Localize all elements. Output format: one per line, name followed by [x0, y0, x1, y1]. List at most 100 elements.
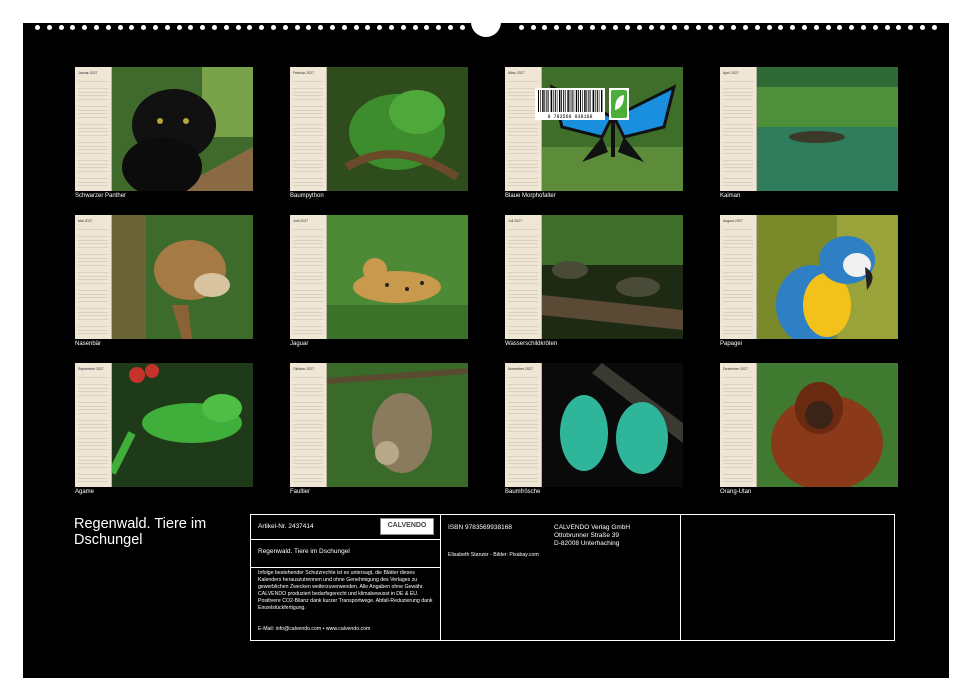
month-caption: Jaguar	[290, 341, 309, 347]
month-label: Oktober 2027	[293, 367, 315, 371]
credits-line: Elisabeth Stanzer - Bilder: Pixabay.com	[448, 552, 539, 558]
binding-ring	[117, 25, 123, 30]
month-label: September 2027	[78, 367, 104, 371]
binding-ring	[518, 25, 524, 30]
barcode-bar	[554, 90, 556, 112]
barcode-bar	[556, 90, 558, 112]
binding-ring	[400, 25, 406, 30]
binding-ring	[259, 25, 265, 30]
barcode-bar	[580, 90, 581, 112]
binding-ring	[542, 25, 548, 30]
binding-ring	[554, 25, 560, 30]
barcode-bar	[578, 90, 579, 112]
sloth-photo	[327, 363, 468, 487]
barcode-bar	[548, 90, 549, 112]
binding-ring	[365, 25, 371, 30]
barcode-bar	[563, 90, 565, 112]
barcode-bar	[546, 90, 548, 112]
barcode-number: 9 783569 938168	[547, 114, 593, 120]
binding-ring	[766, 25, 772, 30]
barcode-cell	[680, 514, 895, 641]
calendar-grid: Februar 2027	[290, 67, 327, 191]
binding-ring	[377, 25, 383, 30]
publisher-info-panel: Artikel-Nr. 2437414 CALVENDO Regenwald. …	[250, 514, 895, 642]
binding-ring	[153, 25, 158, 30]
binding-ring	[412, 25, 418, 30]
month-card-june: Juni 2027 Jaguar	[290, 215, 468, 351]
binding-ring	[660, 25, 666, 30]
binding-ring	[188, 25, 194, 30]
binding-ring	[849, 25, 855, 30]
binding-ring	[813, 25, 819, 30]
eco-leaf-icon	[609, 88, 629, 120]
month-card-december: Dezember 2027 Orang-Utan	[720, 363, 898, 499]
binding-ring	[318, 25, 324, 30]
binding-ring	[672, 25, 678, 30]
binding-ring	[306, 25, 312, 30]
binding-ring	[105, 25, 111, 30]
binding-ring	[884, 25, 890, 30]
binding-ring	[530, 25, 536, 30]
month-label: November 2027	[508, 367, 533, 371]
month-caption: Blaue Morphofalter	[505, 193, 556, 199]
month-caption: Faultier	[290, 489, 311, 495]
calendar-grid: Juni 2027	[290, 215, 327, 339]
barcode-bar	[569, 90, 571, 112]
binding-ring	[247, 25, 253, 30]
article-number: Artikel-Nr. 2437414	[258, 523, 314, 530]
month-label: Januar 2027	[78, 71, 98, 75]
binding-ring	[601, 25, 607, 30]
calendar-grid: Juli 2027	[505, 215, 542, 339]
month-caption: Nasenbär	[75, 341, 102, 347]
month-card-october: Oktober 2027 Faultier	[290, 363, 468, 499]
barcode-bar	[584, 90, 586, 112]
month-card-july: Juli 2027 Wasserschildkröten	[505, 215, 683, 351]
binding-ring	[896, 25, 902, 30]
binding-ring	[353, 25, 359, 30]
butterfly-photo	[542, 67, 683, 191]
binding-ring	[837, 25, 843, 30]
month-card-august: August 2027 Papagei	[720, 215, 898, 351]
barcode-bar	[552, 90, 554, 112]
month-label: März 2027	[508, 71, 525, 75]
parrot-photo	[757, 215, 898, 339]
binding-ring	[778, 25, 784, 30]
binding-ring	[920, 25, 925, 30]
month-caption: Schwarzer Panther	[75, 193, 127, 199]
binding-ring	[35, 25, 40, 30]
calvendo-logo: CALVENDO	[380, 518, 434, 535]
binding-ring	[94, 25, 99, 30]
binding-ring	[294, 25, 300, 30]
barcode-bar	[575, 90, 578, 112]
barcode-bar	[559, 90, 561, 112]
binding-ring	[861, 25, 866, 30]
binding-ring	[459, 25, 465, 30]
binding-ring	[802, 25, 807, 30]
barcode-bar	[571, 90, 573, 112]
contact-line: E-Mail: info@calvendo.com • www.calvendo…	[258, 626, 371, 632]
month-label: Juli 2027	[508, 219, 523, 223]
month-caption: Orang-Utan	[720, 489, 752, 495]
caiman-photo	[757, 67, 898, 191]
month-card-september: September 2027 Agame	[75, 363, 253, 499]
frogs-photo	[542, 363, 683, 487]
binding-ring	[282, 25, 288, 30]
binding-ring	[684, 25, 689, 30]
binding-ring	[636, 25, 642, 30]
isbn-cell: ISBN 9783569938168 CALVENDO Verlag GmbH …	[440, 514, 681, 641]
month-label: August 2027	[723, 219, 743, 223]
binding-ring	[46, 25, 52, 30]
binding-ring	[566, 25, 571, 30]
month-label: April 2027	[723, 71, 739, 75]
publisher-city: D-82008 Unterhaching	[554, 540, 620, 547]
binding-ring	[754, 25, 760, 30]
month-label: Juni 2027	[293, 219, 309, 223]
barcode-bar	[598, 90, 600, 112]
barcode-bar	[582, 90, 583, 112]
python-photo	[327, 67, 468, 191]
month-caption: Baumfrösche	[505, 489, 541, 495]
binding-ring	[731, 25, 737, 30]
orangutan-photo	[757, 363, 898, 487]
calendar-grid: Mai 2027	[75, 215, 112, 339]
binding-ring	[908, 25, 914, 30]
